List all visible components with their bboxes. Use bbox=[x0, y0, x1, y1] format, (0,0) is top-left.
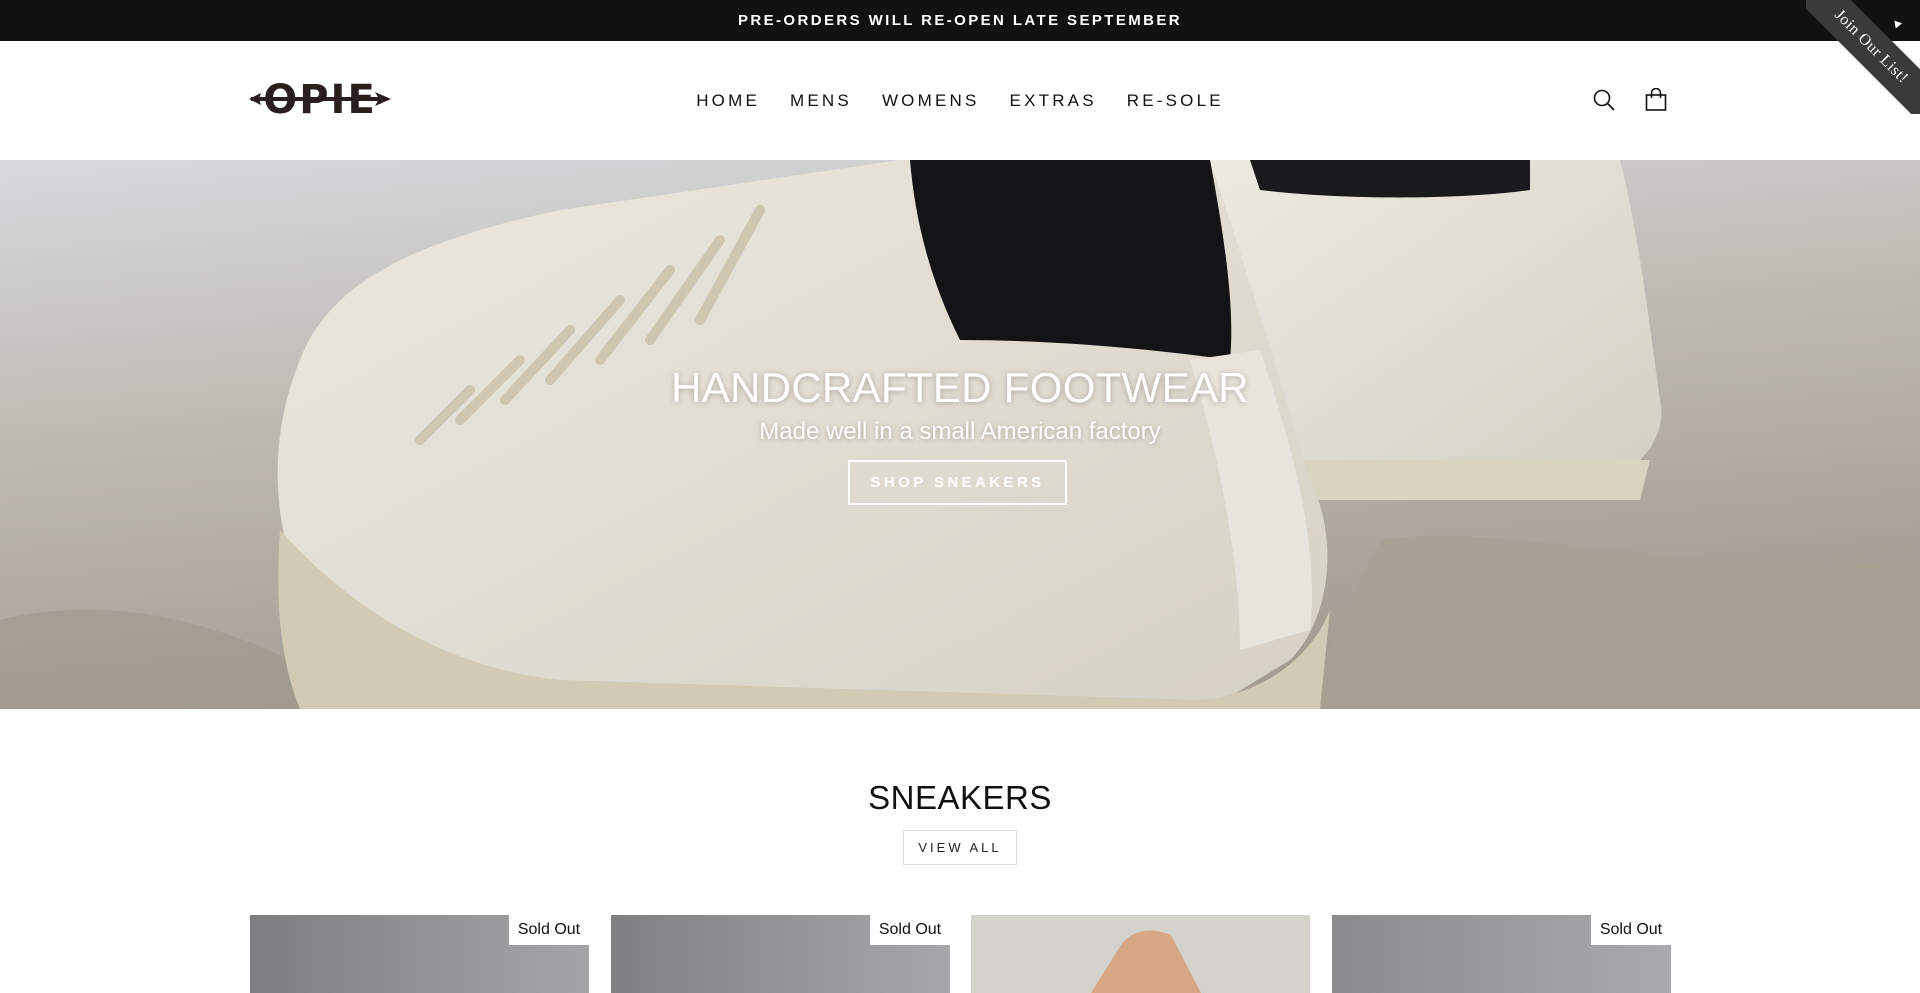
announcement-text: PRE-ORDERS WILL RE-OPEN LATE SEPTEMBER bbox=[737, 12, 1182, 29]
join-list-ribbon[interactable]: Join Our List! bbox=[1806, 0, 1920, 114]
product-card[interactable]: Sold Out bbox=[611, 915, 950, 993]
view-all-button[interactable]: VIEW ALL bbox=[903, 830, 1017, 865]
product-card[interactable]: Sold Out bbox=[250, 915, 589, 993]
nav-womens[interactable]: WOMENS bbox=[882, 91, 980, 111]
join-list-ribbon-band[interactable]: Join Our List! bbox=[1806, 0, 1920, 114]
logo[interactable]: OPIE bbox=[249, 75, 391, 125]
site-header: OPIE HOME MENS WOMENS EXTRAS RE-SOLE bbox=[0, 41, 1920, 160]
section-title: SNEAKERS bbox=[868, 779, 1052, 816]
hero-text: HANDCRAFTED FOOTWEAR Made well in a smal… bbox=[0, 364, 1920, 446]
product-image[interactable] bbox=[971, 915, 1310, 993]
product-card[interactable]: Sold Out bbox=[1332, 915, 1671, 993]
nav-mens[interactable]: MENS bbox=[790, 91, 852, 111]
sold-out-badge: Sold Out bbox=[509, 915, 589, 945]
play-icon bbox=[1894, 19, 1903, 29]
sold-out-badge: Sold Out bbox=[870, 915, 950, 945]
hero-subtitle: Made well in a small American factory bbox=[759, 418, 1161, 445]
announcement-bar: PRE-ORDERS WILL RE-OPEN LATE SEPTEMBER bbox=[0, 0, 1920, 41]
hero-title: HANDCRAFTED FOOTWEAR bbox=[671, 364, 1249, 411]
nav-home[interactable]: HOME bbox=[696, 91, 760, 111]
nav-extras[interactable]: EXTRAS bbox=[1010, 91, 1097, 111]
nav-resole[interactable]: RE-SOLE bbox=[1127, 91, 1224, 111]
hero-banner: HANDCRAFTED FOOTWEAR Made well in a smal… bbox=[0, 160, 1920, 709]
shop-sneakers-button[interactable]: SHOP SNEAKERS bbox=[848, 460, 1067, 505]
product-card[interactable] bbox=[971, 915, 1310, 993]
join-list-label[interactable]: Join Our List! bbox=[1830, 6, 1911, 87]
sold-out-badge: Sold Out bbox=[1591, 915, 1671, 945]
logo-text: OPIE bbox=[263, 77, 377, 123]
cart-icon[interactable] bbox=[1642, 86, 1670, 114]
search-icon[interactable] bbox=[1590, 86, 1618, 114]
